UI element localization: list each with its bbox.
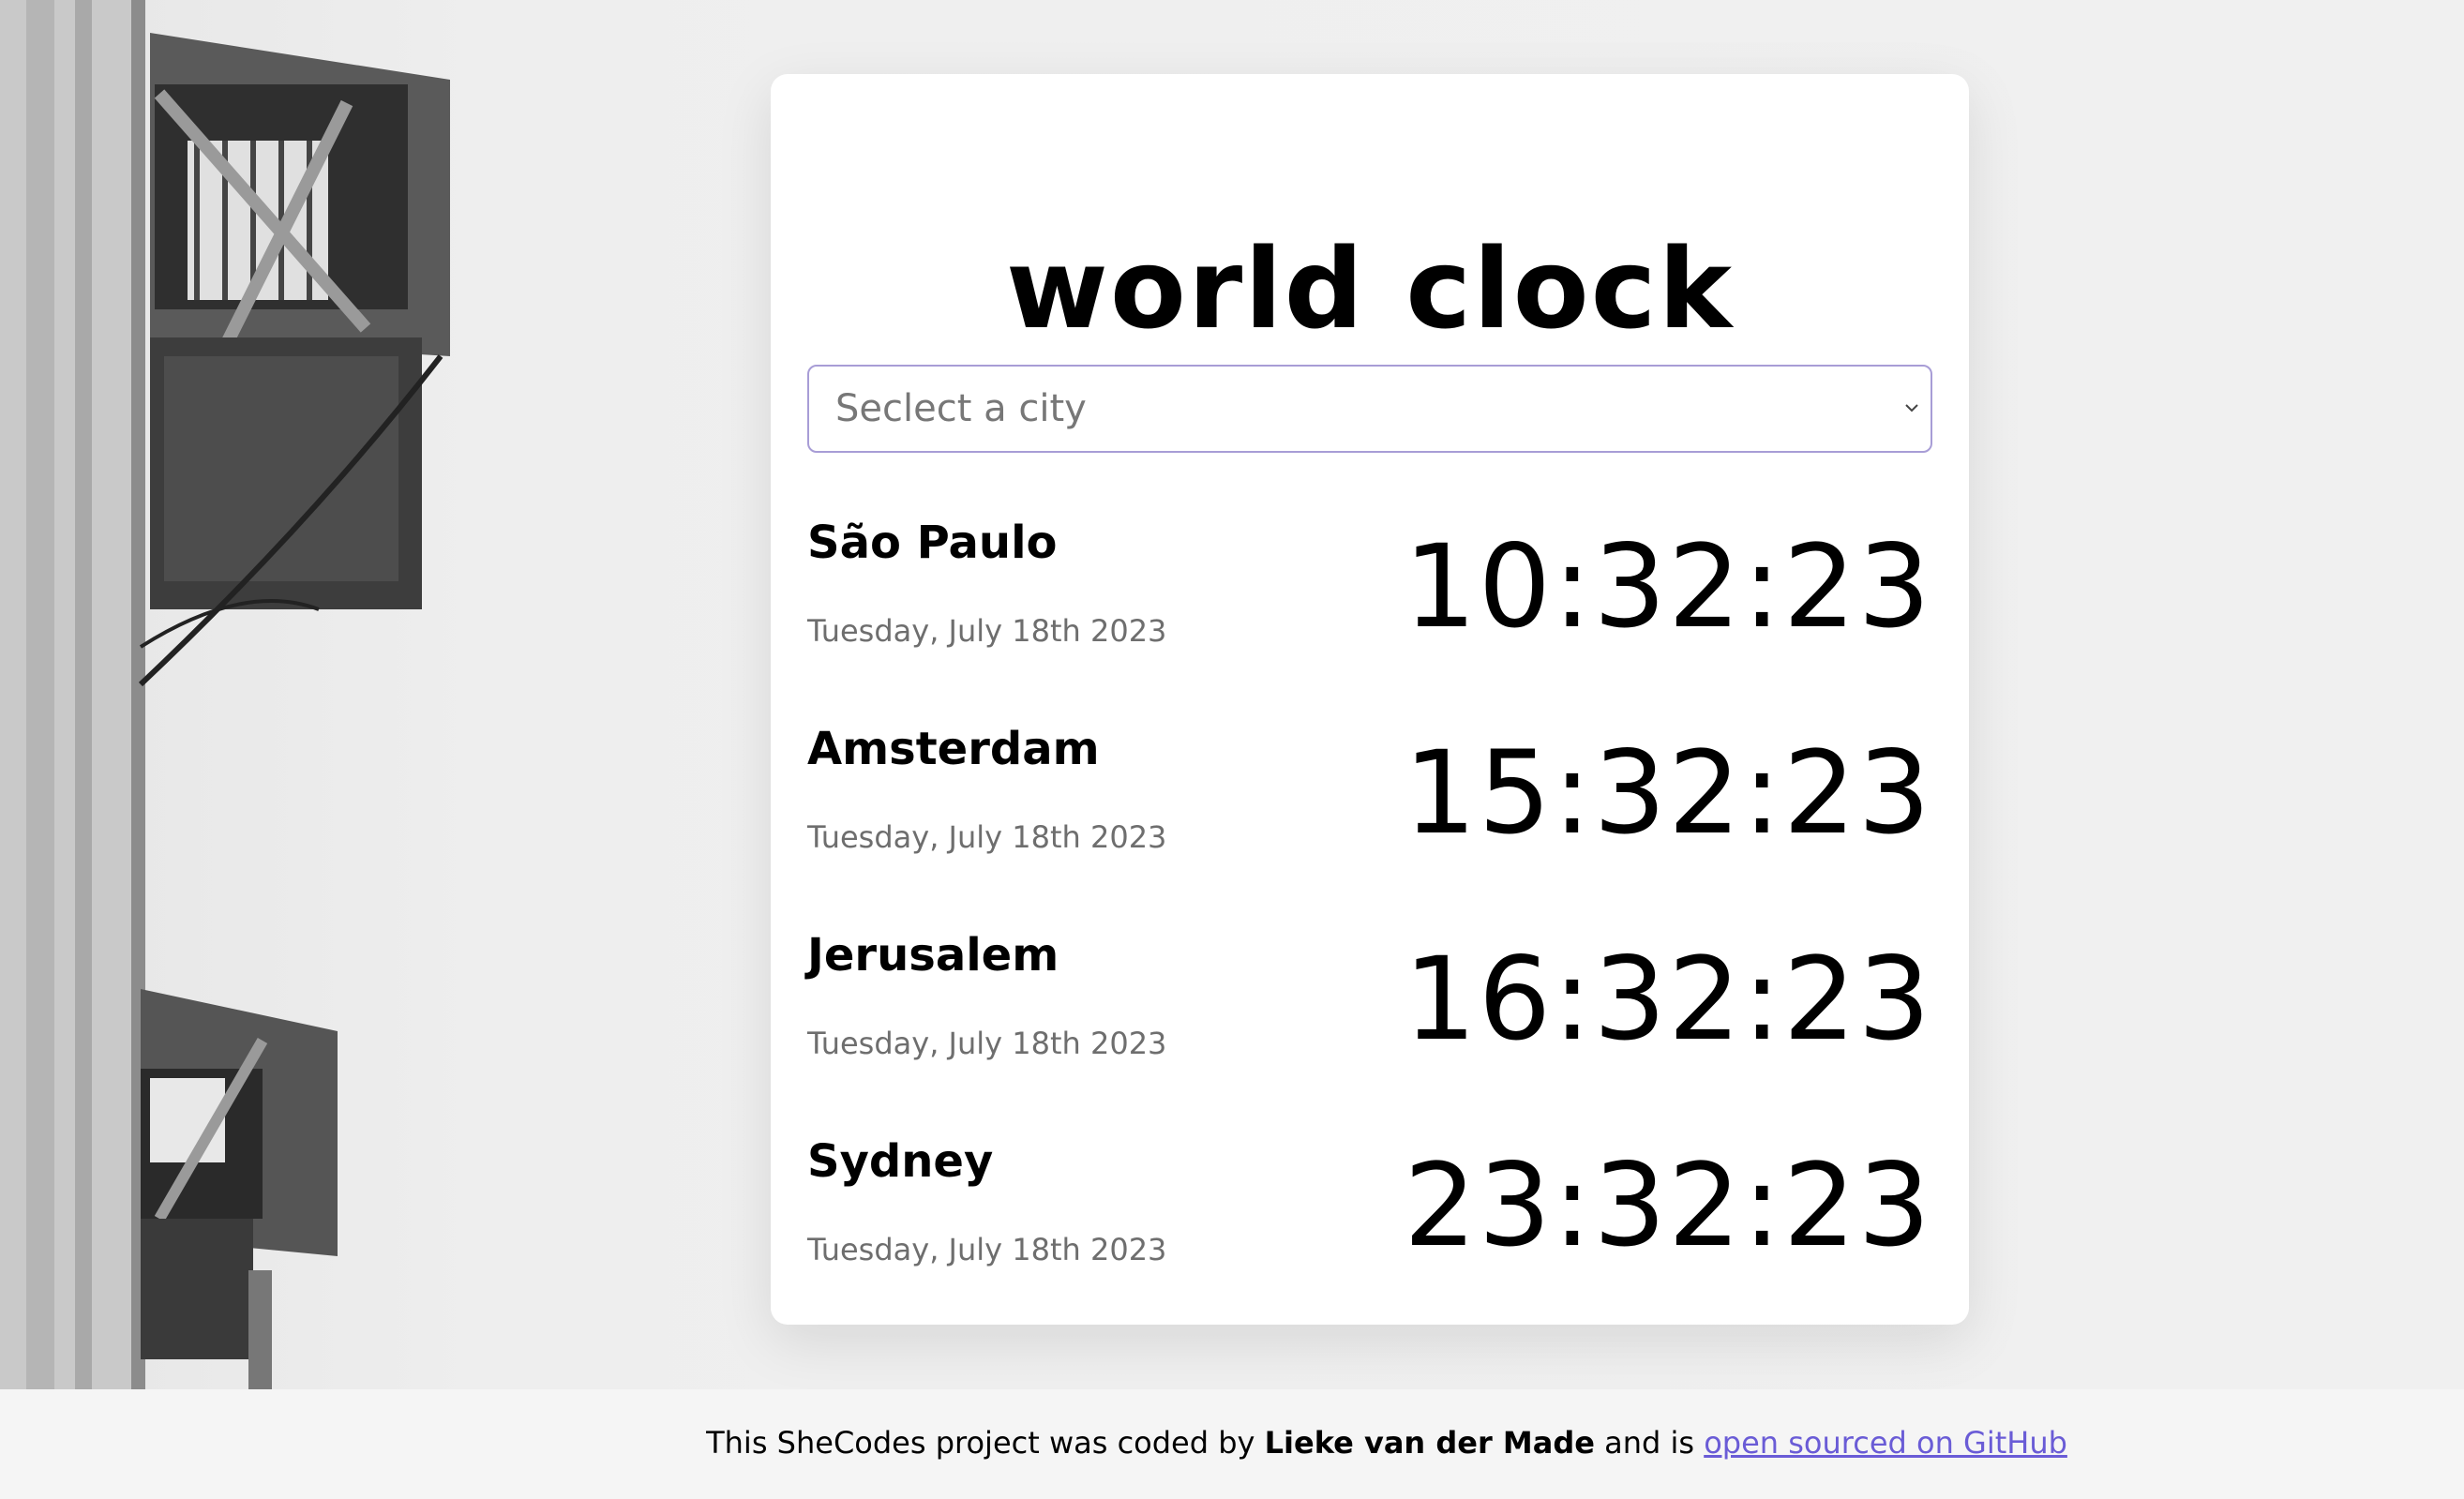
city-date: Tuesday, July 18th 2023 [807, 1232, 1167, 1267]
city-time: 15:32:23 [1404, 727, 1932, 860]
page-title: world clock [1005, 224, 1735, 353]
city-name: Sydney [807, 1135, 994, 1188]
city-name: São Paulo [807, 517, 1058, 569]
city-time: 16:32:23 [1404, 933, 1932, 1066]
footer-middle: and is [1604, 1425, 1695, 1461]
github-link[interactable]: open sourced on GitHub [1704, 1425, 2067, 1461]
city-row-jerusalem: Jerusalem Tuesday, July 18th 2023 16:32:… [807, 933, 1932, 1120]
city-row-sydney: Sydney Tuesday, July 18th 2023 23:32:23 [807, 1139, 1932, 1327]
city-name: Amsterdam [807, 723, 1100, 775]
world-clock-card: world clock Seclect a city São Paulo Tue… [771, 74, 1969, 1325]
city-name: Jerusalem [807, 929, 1059, 982]
footer: This SheCodes project was coded by Lieke… [0, 1389, 2464, 1499]
city-row-sao-paulo: São Paulo Tuesday, July 18th 2023 10:32:… [807, 520, 1932, 708]
city-date: Tuesday, July 18th 2023 [807, 613, 1167, 649]
city-select-placeholder: Seclect a city [835, 387, 1087, 430]
city-date: Tuesday, July 18th 2023 [807, 819, 1167, 855]
city-time: 23:32:23 [1404, 1139, 1932, 1272]
footer-prefix: This SheCodes project was coded by [706, 1425, 1255, 1461]
footer-text: This SheCodes project was coded by Lieke… [0, 1425, 2464, 1461]
footer-author: Lieke van der Made [1264, 1425, 1595, 1461]
chevron-down-icon [1905, 404, 1918, 412]
city-date: Tuesday, July 18th 2023 [807, 1026, 1167, 1061]
city-row-amsterdam: Amsterdam Tuesday, July 18th 2023 15:32:… [807, 727, 1932, 914]
city-time: 10:32:23 [1404, 520, 1932, 653]
city-select[interactable]: Seclect a city [807, 365, 1932, 453]
building-illustration [0, 0, 450, 1389]
page: world clock Seclect a city São Paulo Tue… [0, 0, 2464, 1499]
